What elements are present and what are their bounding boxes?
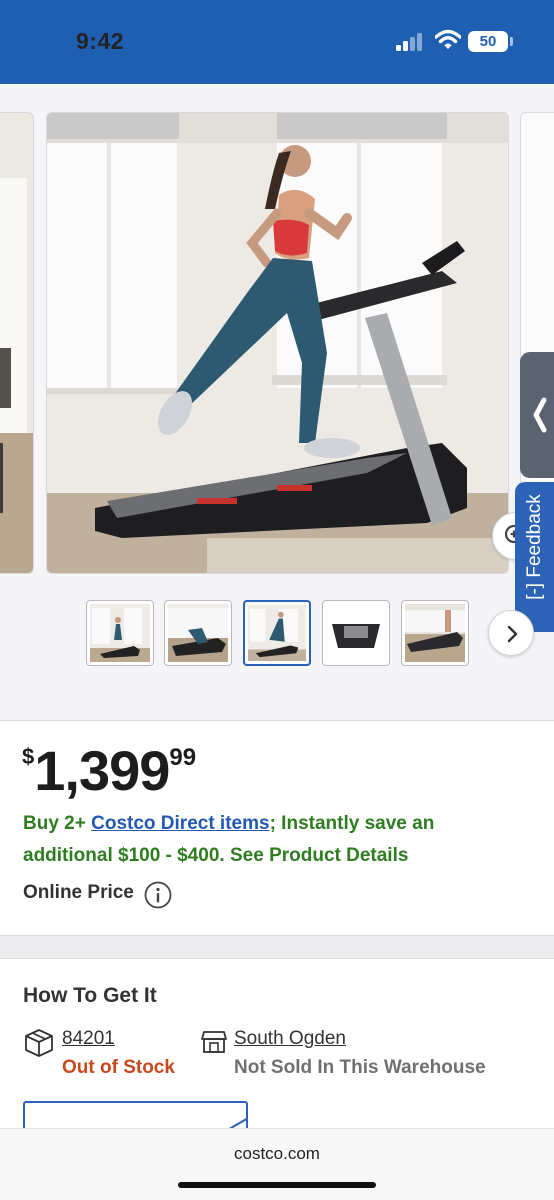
warehouse-store-icon [201, 1031, 227, 1053]
price-currency: $ [22, 744, 35, 769]
delivery-stock-status: Out of Stock [62, 1057, 175, 1078]
promo-message: Buy 2+ Costco Direct items; Instantly sa… [23, 808, 473, 872]
battery-cap [510, 37, 513, 46]
side-panel-tab[interactable] [520, 352, 554, 478]
thumbnail-5[interactable] [401, 600, 469, 666]
thumbnail-2[interactable] [164, 600, 232, 666]
warehouse-location-link[interactable]: South Ogden [234, 1028, 346, 1050]
previous-gallery-image[interactable] [0, 112, 34, 574]
feedback-label: [-] Feedback [524, 494, 545, 600]
costco-direct-link[interactable]: Costco Direct items [91, 813, 269, 834]
chevron-left-icon [533, 397, 547, 433]
delivery-zip-link[interactable]: 84201 [62, 1028, 115, 1050]
wifi-icon [435, 29, 461, 49]
thumbnails-next-button[interactable] [488, 610, 534, 656]
thumbnail-4[interactable] [322, 600, 390, 666]
main-product-image[interactable] [46, 112, 509, 574]
how-to-get-it-title: How To Get It [23, 984, 157, 1007]
cellular-signal-icon [396, 33, 422, 51]
battery-icon: 50 [468, 31, 508, 52]
warehouse-availability: Not Sold In This Warehouse [234, 1057, 486, 1078]
thumbnail-1[interactable] [86, 600, 154, 666]
browser-bottom-bar [0, 1128, 554, 1200]
price-dollars: 1,399 [34, 739, 170, 802]
shipping-box-icon [25, 1029, 53, 1057]
online-price-label: Online Price [23, 882, 134, 903]
thumbnail-3[interactable] [243, 600, 311, 666]
home-indicator[interactable] [178, 1182, 376, 1188]
info-icon[interactable] [144, 881, 172, 909]
promo-prefix: Buy 2+ [23, 813, 92, 834]
status-time: 9:42 [76, 28, 125, 54]
price-cents: 99 [169, 744, 197, 771]
chevron-right-icon [507, 625, 518, 643]
product-price: $1,39999 [22, 738, 196, 808]
feedback-tab[interactable]: [-] Feedback [515, 482, 554, 632]
browser-url[interactable]: costco.com [0, 1144, 554, 1164]
